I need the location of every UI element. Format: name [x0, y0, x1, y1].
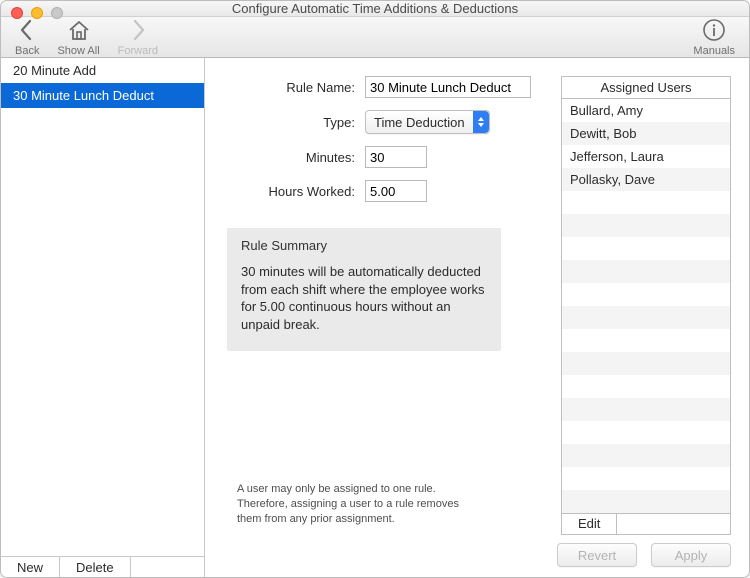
edit-users-button[interactable]: Edit — [562, 514, 617, 534]
user-row — [562, 444, 730, 467]
user-row[interactable]: Jefferson, Laura — [562, 145, 730, 168]
assigned-users-title: Assigned Users — [561, 76, 731, 99]
apply-button[interactable]: Apply — [651, 543, 731, 567]
rule-summary: Rule Summary 30 minutes will be automati… — [227, 228, 501, 351]
user-row — [562, 283, 730, 306]
user-row[interactable]: Pollasky, Dave — [562, 168, 730, 191]
minutes-row: Minutes: — [215, 146, 549, 168]
zoom-window-button — [51, 7, 63, 19]
type-value: Time Deduction — [374, 115, 465, 130]
rule-name-label: Rule Name: — [215, 80, 365, 95]
toolbar: Back Show All Forward — [1, 17, 749, 58]
rule-name-row: Rule Name: — [215, 76, 549, 98]
manuals-button[interactable]: Manuals — [693, 17, 735, 57]
rule-item[interactable]: 20 Minute Add — [1, 58, 204, 83]
user-row — [562, 329, 730, 352]
revert-button[interactable]: Revert — [557, 543, 637, 567]
rule-sidebar: 20 Minute Add 30 Minute Lunch Deduct New… — [1, 58, 205, 578]
chevron-left-icon — [16, 17, 38, 43]
show-all-label: Show All — [57, 45, 99, 57]
titlebar: Configure Automatic Time Additions & Ded… — [1, 1, 749, 17]
form-area: Rule Name: Type: Time Deduction — [205, 58, 749, 535]
type-label: Type: — [215, 115, 365, 130]
chevron-right-icon — [127, 17, 149, 43]
rule-summary-heading: Rule Summary — [241, 238, 487, 253]
type-row: Type: Time Deduction — [215, 110, 549, 134]
user-row — [562, 214, 730, 237]
back-button[interactable]: Back — [15, 17, 39, 57]
forward-label: Forward — [118, 45, 158, 57]
rule-name-field[interactable] — [365, 76, 531, 98]
back-label: Back — [15, 45, 39, 57]
rule-summary-text: 30 minutes will be automatically deducte… — [241, 263, 487, 333]
user-row — [562, 421, 730, 444]
rule-item[interactable]: 30 Minute Lunch Deduct — [1, 83, 204, 108]
rule-list-footer: New Delete — [1, 556, 204, 578]
user-row — [562, 375, 730, 398]
user-row — [562, 260, 730, 283]
form-left: Rule Name: Type: Time Deduction — [215, 76, 549, 535]
assigned-users-footer: Edit — [561, 513, 731, 535]
user-row — [562, 490, 730, 513]
forward-button: Forward — [118, 17, 158, 57]
minutes-field[interactable] — [365, 146, 427, 168]
toolbar-left: Back Show All Forward — [15, 17, 158, 57]
minimize-window-button[interactable] — [31, 7, 43, 19]
assigned-users-list[interactable]: Bullard, Amy Dewitt, Bob Jefferson, Laur… — [561, 99, 731, 513]
footer-buttons: Revert Apply — [205, 535, 749, 578]
hours-label: Hours Worked: — [215, 184, 365, 199]
type-select[interactable]: Time Deduction — [365, 110, 490, 134]
show-all-button[interactable]: Show All — [57, 17, 99, 57]
body: 20 Minute Add 30 Minute Lunch Deduct New… — [1, 58, 749, 578]
hours-worked-field[interactable] — [365, 180, 427, 202]
info-icon — [701, 17, 727, 43]
user-row[interactable]: Bullard, Amy — [562, 99, 730, 122]
new-rule-button[interactable]: New — [1, 557, 60, 578]
user-row — [562, 306, 730, 329]
manuals-label: Manuals — [693, 45, 735, 57]
user-row — [562, 398, 730, 421]
user-row — [562, 237, 730, 260]
hours-row: Hours Worked: — [215, 180, 549, 202]
assignment-note: A user may only be assigned to one rule.… — [237, 482, 482, 527]
user-row — [562, 467, 730, 490]
traffic-lights — [11, 7, 63, 19]
window-title: Configure Automatic Time Additions & Ded… — [1, 1, 749, 16]
content: Rule Name: Type: Time Deduction — [205, 58, 749, 578]
assigned-users-pane: Assigned Users Bullard, Amy Dewitt, Bob … — [561, 76, 731, 535]
delete-rule-button[interactable]: Delete — [60, 557, 131, 578]
user-row — [562, 352, 730, 375]
close-window-button[interactable] — [11, 7, 23, 19]
window: Configure Automatic Time Additions & Ded… — [0, 0, 750, 578]
minutes-label: Minutes: — [215, 150, 365, 165]
home-icon — [66, 17, 92, 43]
user-row — [562, 191, 730, 214]
chevron-updown-icon — [473, 111, 489, 133]
user-row[interactable]: Dewitt, Bob — [562, 122, 730, 145]
rule-list[interactable]: 20 Minute Add 30 Minute Lunch Deduct — [1, 58, 204, 556]
